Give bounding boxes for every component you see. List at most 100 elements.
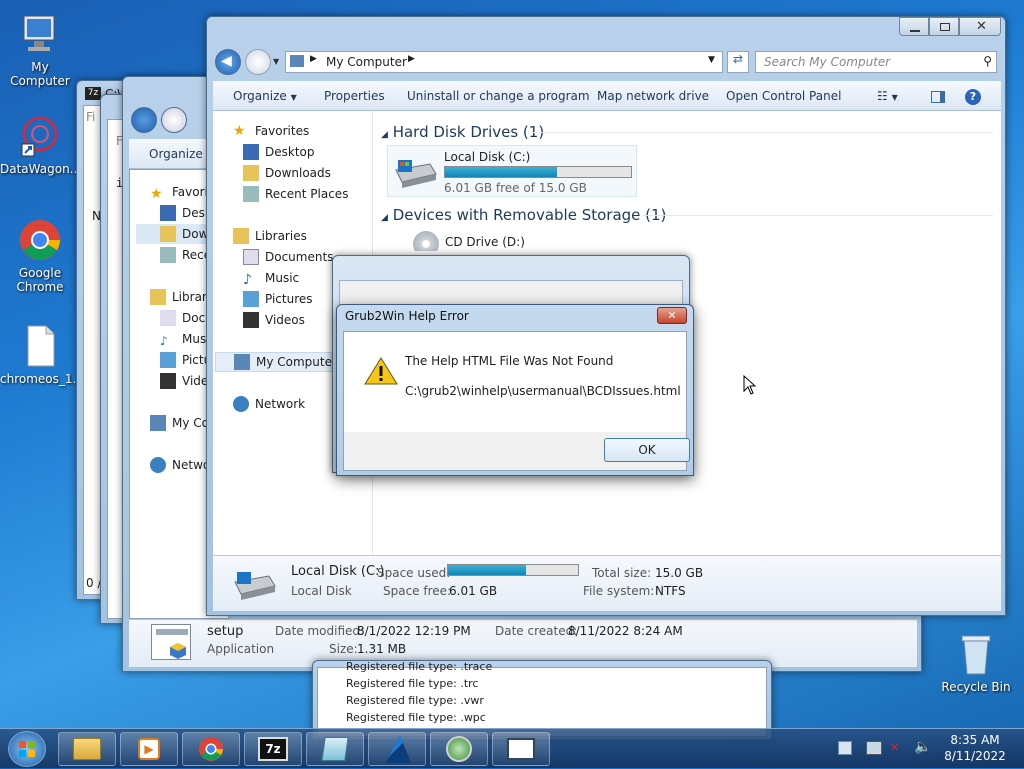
breadcrumb-my-computer[interactable]: My Computer (326, 55, 407, 69)
nav-libraries[interactable]: Librari (150, 287, 210, 307)
log-line: Registered file type: .vwr (346, 694, 484, 707)
log-line: Registered file type: .wpc (346, 711, 486, 724)
nav-recent-places[interactable]: Recent Places (243, 184, 348, 204)
uninstall-button[interactable]: Uninstall or change a program (407, 81, 590, 111)
desktop-icon-label: chromeos_1... (0, 372, 84, 386)
search-box[interactable]: Search My Computer ⚲ (755, 51, 997, 73)
computer-icon (16, 10, 64, 58)
volume-icon[interactable]: 🔈 (914, 739, 931, 755)
address-bar[interactable]: ▶ My Computer ▶ ▼ (285, 51, 723, 73)
menu-file[interactable]: Fi (86, 110, 95, 124)
cd-drive-icon (413, 231, 439, 251)
nav-pictures[interactable]: Pictu (160, 350, 211, 370)
forward-button[interactable] (245, 49, 271, 75)
desktop-icon-recycle-bin[interactable]: Recycle Bin (936, 630, 1016, 694)
organize-menu[interactable]: Organize ▼ (233, 81, 297, 111)
taskbar-window[interactable] (492, 732, 550, 766)
error-dialog[interactable]: Grub2Win Help Error ✕ The Help HTML File… (336, 304, 694, 476)
nav-favorites[interactable]: ★ Favorites (233, 121, 309, 141)
start-button[interactable] (8, 731, 46, 767)
properties-button[interactable]: Properties (324, 81, 385, 111)
desktop-icon-my-computer[interactable]: My Computer (0, 10, 80, 88)
refresh-button[interactable]: ⇄ (727, 51, 749, 73)
ok-button[interactable]: OK (604, 438, 690, 462)
back-button[interactable] (131, 107, 157, 133)
network-error-icon[interactable]: ✕ (890, 741, 906, 755)
change-view-button[interactable]: ☷ ▼ (877, 81, 898, 111)
music-icon: ♪ (243, 272, 252, 288)
videos-icon (243, 312, 259, 328)
taskbar-notepad[interactable] (306, 732, 364, 766)
nav-documents[interactable]: Docu (160, 308, 213, 328)
address-dropdown-icon[interactable]: ▼ (708, 55, 715, 65)
action-center-icon[interactable] (838, 741, 852, 755)
dialog-message: The Help HTML File Was Not Found (405, 354, 614, 368)
file-system-label: File system: (583, 584, 655, 598)
desktop-icon-label: DataWagon... (0, 162, 82, 176)
taskbar-chrome[interactable] (182, 732, 240, 766)
drive-c-tile[interactable]: Local Disk (C:) 6.01 GB free of 15.0 GB (387, 145, 637, 197)
map-network-drive-button[interactable]: Map network drive (597, 81, 709, 111)
desktop-icon-chrome[interactable]: Google Chrome (0, 216, 80, 294)
size-value: 1.31 MB (357, 642, 407, 656)
taskbar-setup[interactable] (430, 732, 488, 766)
close-button[interactable]: ✕ (959, 17, 1001, 36)
taskbar-7zip[interactable]: 7z (244, 732, 302, 766)
chrome-icon (199, 737, 223, 761)
nav-my-computer[interactable]: My Co (150, 413, 209, 433)
taskbar-media-player[interactable]: ▶ (120, 732, 178, 766)
minimize-button[interactable] (899, 17, 929, 36)
network-tray-icon[interactable] (866, 741, 882, 755)
clock-date: 8/11/2022 (944, 749, 1006, 763)
nav-pictures[interactable]: Pictures (243, 289, 313, 309)
nav-favorites[interactable]: ★ Favorit (150, 182, 213, 202)
nav-recent[interactable]: Rece (160, 245, 211, 265)
documents-icon (243, 249, 259, 265)
file-icon (16, 322, 64, 370)
nav-libraries[interactable]: Libraries (233, 226, 307, 246)
drive-usage-fill (445, 167, 557, 177)
windows-logo-icon (19, 741, 35, 757)
desktop-icon-datawagon[interactable]: DataWagon... (0, 112, 82, 176)
desktop-icon-label: My Computer (10, 60, 70, 88)
recent-pages-dropdown[interactable]: ▼ (273, 57, 279, 66)
7zip-icon: 7z (258, 737, 288, 761)
preview-pane-button[interactable] (931, 81, 945, 111)
details-pane: Local Disk (C:) Local Disk Space used: S… (213, 555, 1001, 611)
section-hard-disk-drives[interactable]: ◢ Hard Disk Drives (1) (381, 123, 544, 141)
nav-desktop[interactable]: Desk (160, 203, 212, 223)
space-used-fill (448, 565, 526, 575)
preview-pane-icon (931, 90, 945, 103)
nav-music[interactable]: ♪ Musi (160, 329, 210, 349)
grub2win-icon (385, 735, 411, 763)
nav-desktop[interactable]: Desktop (243, 142, 315, 162)
network-icon (233, 396, 249, 412)
desktop-icon-chromeos-file[interactable]: chromeos_1... (0, 322, 84, 386)
back-button[interactable]: ◀ (215, 49, 241, 75)
organize-menu[interactable]: Organize (149, 139, 203, 169)
clock-time: 8:35 AM (950, 733, 1000, 747)
nav-videos[interactable]: Vide (160, 371, 208, 391)
taskbar-explorer[interactable] (58, 732, 116, 766)
nav-downloads[interactable]: Downloads (243, 163, 331, 183)
nav-documents[interactable]: Documents (243, 247, 333, 267)
section-removable-storage[interactable]: ◢ Devices with Removable Storage (1) (381, 206, 666, 224)
nav-videos[interactable]: Videos (243, 310, 305, 330)
clock[interactable]: 8:35 AM 8/11/2022 (938, 733, 1012, 763)
notepad-icon (321, 737, 349, 761)
dialog-close-button[interactable]: ✕ (657, 307, 687, 324)
open-control-panel-button[interactable]: Open Control Panel (726, 81, 841, 111)
nav-network[interactable]: Network (233, 394, 305, 414)
cd-drive-tile[interactable]: CD Drive (D:) (413, 231, 613, 251)
nav-network[interactable]: Netwo (150, 455, 210, 475)
setup-icon (446, 736, 472, 762)
downloads-icon (243, 165, 259, 181)
taskbar-grub2win[interactable] (368, 732, 426, 766)
search-placeholder: Search My Computer (764, 55, 891, 69)
help-button[interactable]: ? (965, 81, 981, 111)
forward-button[interactable] (161, 107, 187, 133)
nav-music[interactable]: ♪ Music (243, 268, 299, 288)
pictures-icon (243, 291, 259, 307)
drive-usage-bar (444, 166, 632, 178)
maximize-button[interactable] (929, 17, 959, 36)
